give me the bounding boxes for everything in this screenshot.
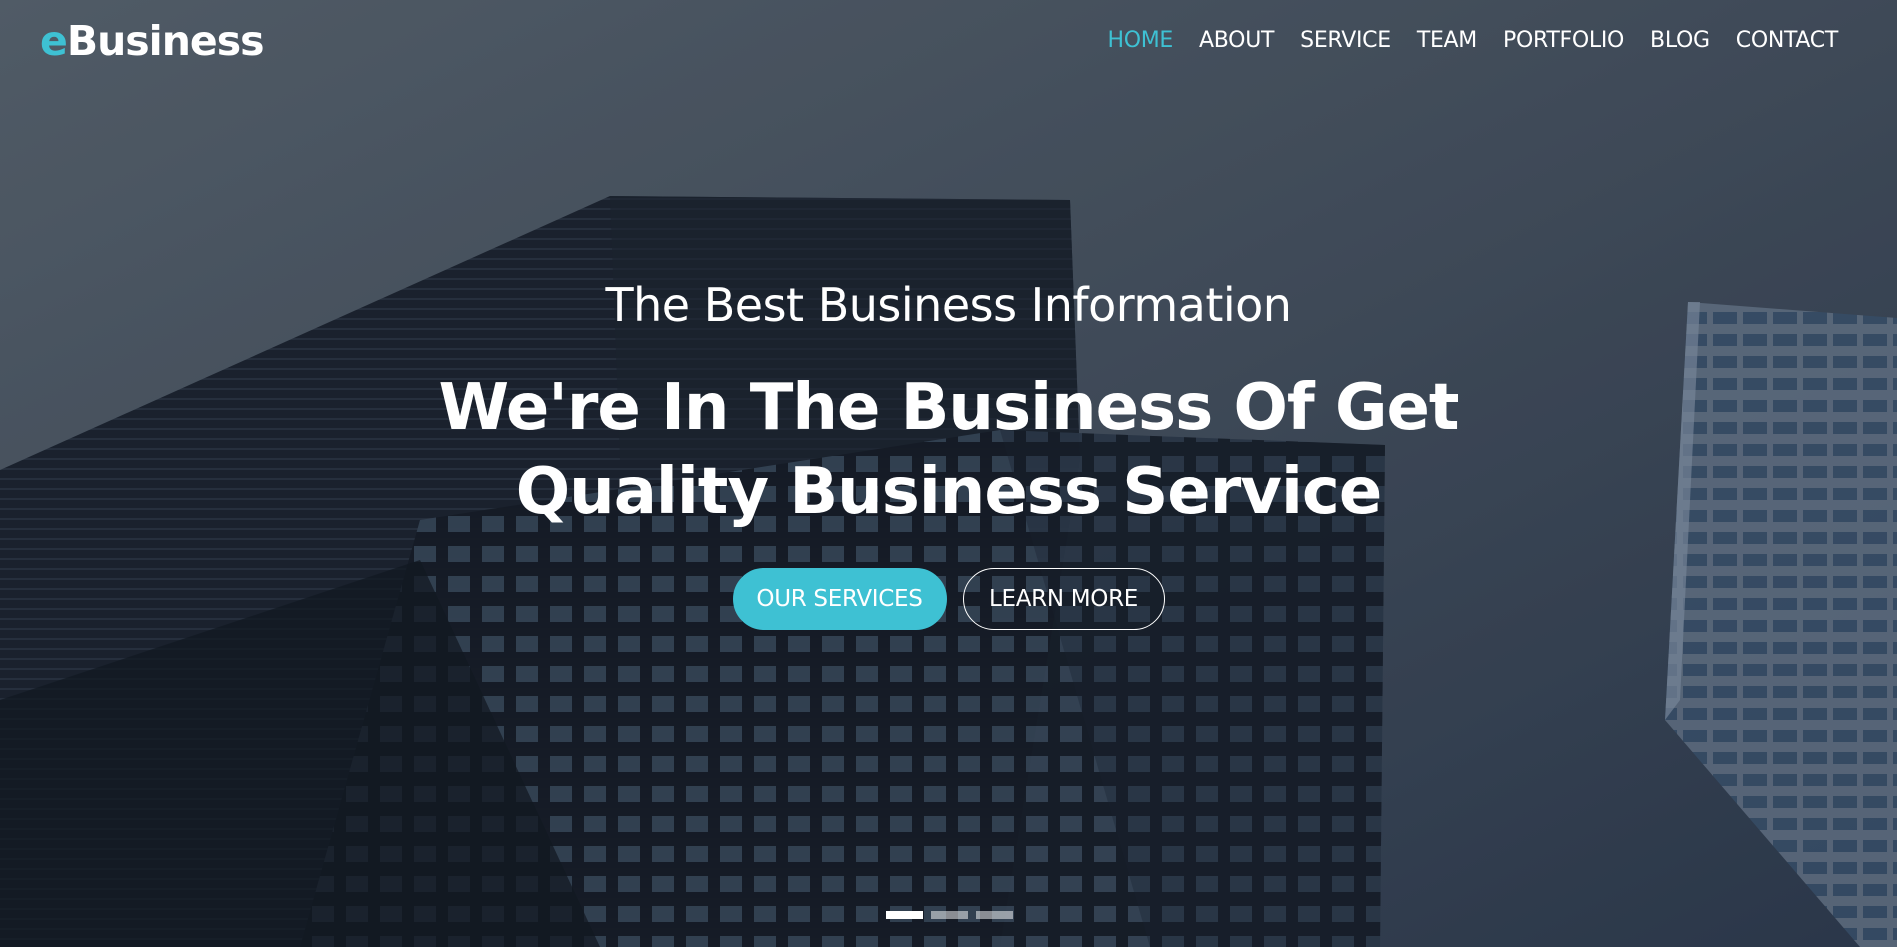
nav-item-blog[interactable]: BLOG — [1637, 24, 1723, 58]
hero-section: eBusiness HOME ABOUT SERVICE TEAM PORTFO… — [0, 0, 1897, 947]
hero-buttons: OUR SERVICES LEARN MORE — [0, 568, 1897, 630]
learn-more-button[interactable]: LEARN MORE — [962, 568, 1165, 630]
main-nav: HOME ABOUT SERVICE TEAM PORTFOLIO BLOG C… — [1094, 24, 1851, 58]
nav-item-service[interactable]: SERVICE — [1287, 24, 1404, 58]
slide-indicator-2[interactable] — [931, 911, 968, 919]
hero-content: The Best Business Information We're In T… — [0, 270, 1897, 630]
slide-indicator-1[interactable] — [886, 911, 923, 919]
nav-item-about[interactable]: ABOUT — [1186, 24, 1287, 58]
logo-text: Business — [66, 17, 265, 65]
nav-item-team[interactable]: TEAM — [1404, 24, 1490, 58]
nav-item-portfolio[interactable]: PORTFOLIO — [1490, 24, 1637, 58]
slide-indicator-3[interactable] — [976, 911, 1013, 919]
our-services-button[interactable]: OUR SERVICES — [732, 568, 947, 630]
slider-indicators — [886, 911, 1013, 919]
site-logo[interactable]: eBusiness — [40, 16, 265, 66]
hero-headline: We're In The Business Of Get Quality Bus… — [438, 371, 1460, 529]
nav-item-home[interactable]: HOME — [1094, 24, 1186, 58]
logo-accent: e — [40, 17, 68, 65]
nav-item-contact[interactable]: CONTACT — [1723, 24, 1851, 58]
hero-subtitle: The Best Business Information — [605, 278, 1292, 332]
